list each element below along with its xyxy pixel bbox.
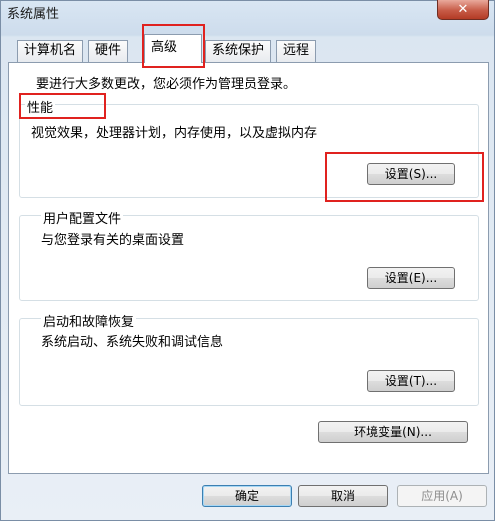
- ok-button[interactable]: 确定: [202, 485, 292, 507]
- close-icon: ✕: [457, 2, 469, 17]
- user-profiles-description: 与您登录有关的桌面设置: [41, 233, 185, 248]
- performance-settings-button[interactable]: 设置(S)...: [367, 163, 455, 185]
- system-properties-window: 系统属性 ✕ 计算机名 硬件 高级 系统保护 远程 要进行大多数更改，您必须作为…: [0, 0, 495, 521]
- tab-advanced[interactable]: 高级: [144, 34, 202, 63]
- close-button[interactable]: ✕: [437, 0, 489, 20]
- performance-description: 视觉效果，处理器计划，内存使用，以及虚拟内存: [31, 126, 318, 141]
- environment-variables-button[interactable]: 环境变量(N)...: [318, 421, 468, 443]
- tab-content-advanced: 要进行大多数更改，您必须作为管理员登录。 性能 视觉效果，处理器计划，内存使用，…: [8, 62, 489, 474]
- user-profiles-settings-button[interactable]: 设置(E)...: [367, 267, 455, 289]
- tab-remote[interactable]: 远程: [276, 40, 317, 62]
- startup-recovery-description: 系统启动、系统失败和调试信息: [41, 335, 224, 350]
- user-profiles-title: 用户配置文件: [41, 208, 124, 227]
- admin-notice: 要进行大多数更改，您必须作为管理员登录。: [36, 77, 297, 92]
- window-title: 系统属性: [7, 7, 60, 22]
- tab-system-protection[interactable]: 系统保护: [205, 40, 272, 62]
- tab-hardware[interactable]: 硬件: [88, 40, 129, 62]
- startup-recovery-title: 启动和故障恢复: [41, 311, 137, 330]
- apply-button[interactable]: 应用(A): [397, 485, 487, 507]
- performance-title: 性能: [25, 97, 56, 116]
- startup-recovery-settings-button[interactable]: 设置(T)...: [367, 370, 455, 392]
- cancel-button[interactable]: 取消: [298, 485, 388, 507]
- tab-computer-name[interactable]: 计算机名: [17, 40, 84, 62]
